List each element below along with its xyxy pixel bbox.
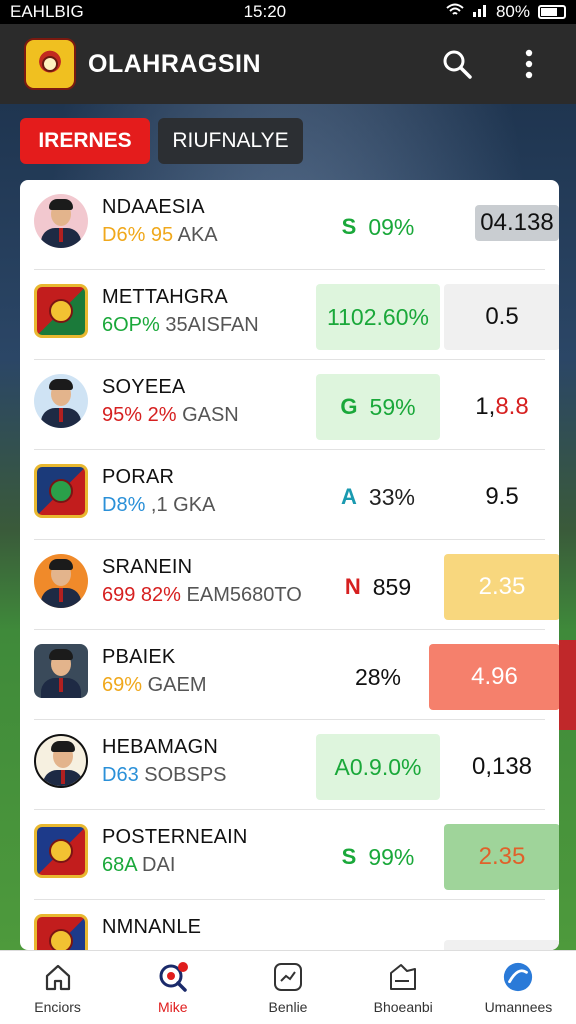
percentage-cell: A 33% bbox=[341, 483, 415, 510]
item-meta: 68A DAI bbox=[102, 854, 176, 876]
tab-primary[interactable]: IRERNES bbox=[20, 118, 150, 164]
avatar bbox=[34, 734, 88, 788]
chart-card-icon bbox=[272, 961, 304, 993]
signal-icon bbox=[472, 2, 488, 22]
battery-icon bbox=[538, 5, 566, 19]
list-item[interactable]: NMNANLE bbox=[34, 900, 559, 950]
search-icon bbox=[443, 50, 472, 79]
item-name: PBAIEK bbox=[102, 646, 176, 668]
percentage-cell: S 99% bbox=[341, 843, 415, 870]
globe-icon bbox=[502, 961, 534, 993]
item-meta: 95% 2% GASN bbox=[102, 404, 239, 426]
item-meta: 6OP% 35AISFAN bbox=[102, 314, 259, 336]
odds-button[interactable]: 2.35 bbox=[444, 824, 559, 890]
nav-item-home[interactable]: Enciors bbox=[0, 951, 115, 1024]
avatar bbox=[34, 374, 88, 428]
nav-item-search[interactable]: Mike bbox=[115, 951, 230, 1024]
nav-label: Bhoeanbi bbox=[373, 998, 433, 1015]
avatar bbox=[34, 644, 88, 698]
status-bar: EAHLBIG 15:20 80% bbox=[0, 0, 576, 24]
list-item[interactable]: PORAR D8% ,1 GKA A 33% 9.5 bbox=[34, 450, 545, 540]
nav-label: Umannees bbox=[484, 998, 553, 1015]
tab-bar: IRERNES RIUFNALYE bbox=[20, 118, 303, 164]
nav-item-stats[interactable]: Benlie bbox=[230, 951, 345, 1024]
bottom-navigation: Enciors Mike Benlie Bhoeanbi Umannees bbox=[0, 950, 576, 1024]
odds-button[interactable]: 2.35 bbox=[444, 554, 559, 620]
status-right: 80% bbox=[446, 2, 566, 22]
nav-label: Benlie bbox=[268, 998, 308, 1015]
status-carrier: EAHLBIG bbox=[10, 2, 84, 21]
item-name: SOYEEA bbox=[102, 376, 186, 398]
item-name: HEBAMAGN bbox=[102, 736, 219, 758]
percentage-cell: N 859 bbox=[344, 573, 412, 600]
item-meta: 69% GAEM bbox=[102, 674, 207, 696]
app-logo bbox=[24, 38, 76, 90]
odds-button[interactable]: 4.96 bbox=[429, 644, 559, 710]
list-card: NDAAESIA D6% 95 AKA S 09% 04.138 METTAHGR… bbox=[20, 180, 559, 950]
percentage-cell: A0.9.0% bbox=[316, 734, 440, 800]
list-item[interactable]: SRANEIN 699 82% EAM5680TO N 859 2.35 bbox=[34, 540, 559, 630]
odds-button[interactable] bbox=[444, 940, 559, 950]
more-vert-icon bbox=[525, 49, 533, 79]
percentage-cell: 1102.60% bbox=[316, 284, 440, 350]
team-crest bbox=[34, 464, 88, 518]
item-name: SRANEIN bbox=[102, 556, 193, 578]
list-item[interactable]: PBAIEK 69% GAEM 28% 4.96 bbox=[34, 630, 559, 720]
status-time: 15:20 bbox=[243, 2, 287, 21]
percentage-cell: S 09% bbox=[341, 213, 415, 240]
nav-label: Enciors bbox=[34, 998, 81, 1015]
item-name: NMNANLE bbox=[102, 916, 202, 938]
nav-label: Mike bbox=[158, 998, 188, 1015]
tab-secondary[interactable]: RIUFNALYE bbox=[158, 118, 303, 164]
team-crest bbox=[34, 824, 88, 878]
odds-button[interactable]: 0.5 bbox=[444, 284, 559, 350]
app-title: OLAHRAGSIN bbox=[88, 49, 262, 78]
ticket-icon bbox=[387, 961, 419, 993]
nav-item-profile[interactable]: Umannees bbox=[461, 951, 576, 1024]
item-name: POSTERNEAIN bbox=[102, 826, 248, 848]
item-name: PORAR bbox=[102, 466, 175, 488]
item-name: METTAHGRA bbox=[102, 286, 228, 308]
list-item[interactable]: SOYEEA 95% 2% GASN G 59% 1, 8.8 bbox=[34, 360, 545, 450]
search-notification-icon bbox=[157, 961, 189, 993]
more-options-button[interactable] bbox=[512, 47, 546, 81]
item-meta: 699 82% EAM5680TO bbox=[102, 584, 302, 606]
list-item[interactable]: NDAAESIA D6% 95 AKA S 09% 04.138 bbox=[34, 180, 559, 270]
percentage-cell: 28% bbox=[354, 663, 402, 690]
list-item[interactable]: METTAHGRA 6OP% 35AISFAN 1102.60% 0.5 bbox=[34, 270, 559, 360]
item-meta: D63 SOBSPS bbox=[102, 764, 227, 786]
nav-item-tickets[interactable]: Bhoeanbi bbox=[346, 951, 461, 1024]
avatar bbox=[34, 554, 88, 608]
list-item[interactable]: POSTERNEAIN 68A DAI S 99% 2.35 bbox=[34, 810, 559, 900]
item-meta: D6% 95 AKA bbox=[102, 224, 218, 246]
battery-percent: 80% bbox=[495, 2, 530, 21]
item-name: NDAAESIA bbox=[102, 196, 205, 218]
odds-button[interactable]: 9.5 bbox=[444, 464, 559, 530]
search-button[interactable] bbox=[440, 47, 474, 81]
avatar bbox=[34, 194, 88, 248]
odds-button[interactable]: 1, 8.8 bbox=[444, 374, 559, 440]
home-icon bbox=[42, 961, 74, 993]
item-meta: D8% ,1 GKA bbox=[102, 494, 216, 516]
team-crest bbox=[34, 284, 88, 338]
wifi-icon bbox=[446, 2, 464, 22]
odds-button[interactable]: 0,138 bbox=[444, 734, 559, 800]
percentage-cell: G 59% bbox=[316, 374, 440, 440]
list-item[interactable]: HEBAMAGN D63 SOBSPS A0.9.0% 0,138 bbox=[34, 720, 545, 810]
team-crest bbox=[34, 914, 88, 950]
app-bar: OLAHRAGSIN bbox=[0, 24, 576, 104]
odds-button[interactable]: 04.138 bbox=[475, 205, 559, 241]
